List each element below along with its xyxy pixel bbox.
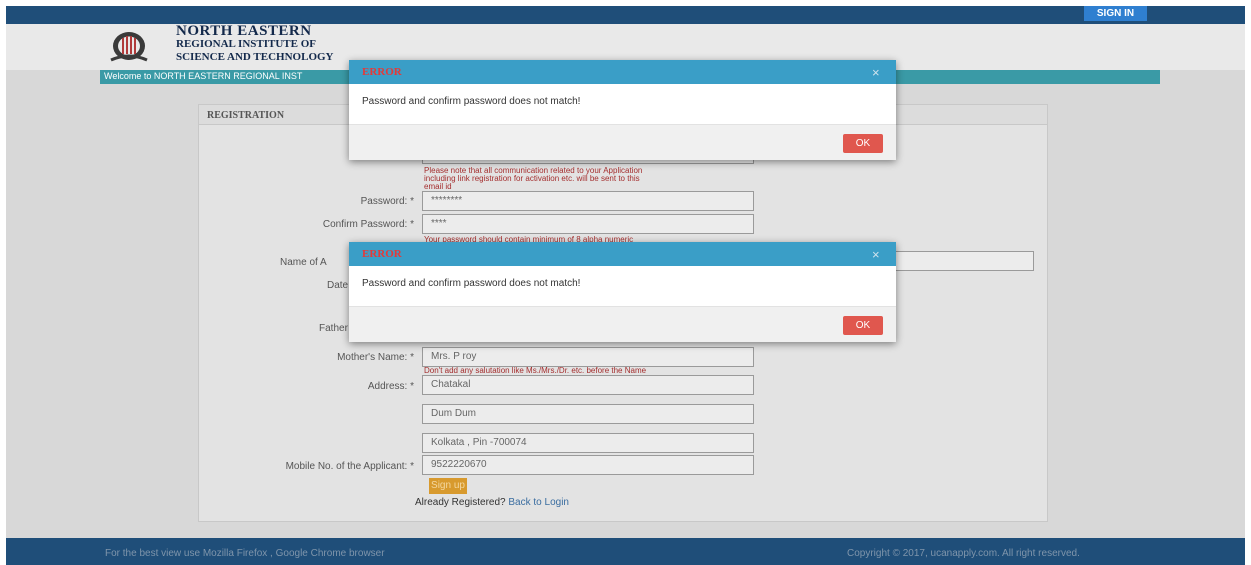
- address-line3-field[interactable]: Kolkata , Pin -700074: [422, 433, 754, 453]
- mother-name-label: Mother's Name: *: [337, 352, 414, 363]
- dialog-header: [349, 60, 896, 84]
- sign-up-button[interactable]: Sign up: [429, 478, 467, 494]
- email-hint: Please note that all communication relat…: [424, 166, 643, 191]
- dialog-message: Password and confirm password does not m…: [362, 278, 581, 289]
- address-line1-field[interactable]: Chatakal: [422, 375, 754, 395]
- name-field[interactable]: [880, 251, 1034, 271]
- name-label: Name of A: [280, 257, 327, 268]
- password-field[interactable]: ********: [422, 191, 754, 211]
- mother-name-field[interactable]: Mrs. P roy: [422, 347, 754, 367]
- top-bar: [6, 6, 1245, 24]
- institute-name-line2: REGIONAL INSTITUTE OF: [176, 38, 316, 50]
- close-icon[interactable]: ×: [872, 247, 880, 262]
- dialog-footer: [349, 124, 896, 160]
- mobile-label: Mobile No. of the Applicant: *: [285, 461, 414, 472]
- footer-browser-note: For the best view use Mozilla Firefox , …: [105, 548, 385, 559]
- institute-logo-icon: [110, 32, 148, 62]
- error-dialog: ERROR × Password and confirm password do…: [349, 60, 896, 160]
- sign-in-button[interactable]: SIGN IN: [1084, 6, 1147, 21]
- dialog-title: ERROR: [362, 66, 402, 78]
- password-label: Password: *: [360, 196, 414, 207]
- footer-copyright: Copyright © 2017, ucanapply.com. All rig…: [847, 548, 1080, 559]
- error-dialog: ERROR × Password and confirm password do…: [349, 242, 896, 342]
- institute-name: NORTH EASTERN REGIONAL INSTITUTE OF SCIE…: [176, 23, 334, 64]
- welcome-text: Welcome to NORTH EASTERN REGIONAL INST: [104, 71, 303, 81]
- address-label: Address: *: [367, 381, 414, 392]
- confirm-password-field[interactable]: ****: [422, 214, 754, 234]
- dialog-header: [349, 242, 896, 266]
- confirm-password-label: Confirm Password: *: [322, 219, 414, 230]
- already-registered-text: Already Registered? Back to Login: [415, 497, 569, 508]
- institute-name-line1: NORTH EASTERN: [176, 23, 312, 39]
- address-line2-field[interactable]: Dum Dum: [422, 404, 754, 424]
- dialog-title: ERROR: [362, 248, 402, 260]
- institute-name-line3: SCIENCE AND TECHNOLOGY: [176, 51, 334, 63]
- already-registered-label: Already Registered?: [415, 497, 506, 508]
- back-to-login-link[interactable]: Back to Login: [508, 497, 569, 508]
- ok-button[interactable]: OK: [843, 134, 883, 153]
- ok-button[interactable]: OK: [843, 316, 883, 335]
- mobile-field[interactable]: 9522220670: [422, 455, 754, 475]
- mother-name-hint: Don't add any salutation like Ms./Mrs./D…: [424, 366, 647, 375]
- dialog-message: Password and confirm password does not m…: [362, 96, 581, 107]
- close-icon[interactable]: ×: [872, 65, 880, 80]
- dialog-footer: [349, 306, 896, 342]
